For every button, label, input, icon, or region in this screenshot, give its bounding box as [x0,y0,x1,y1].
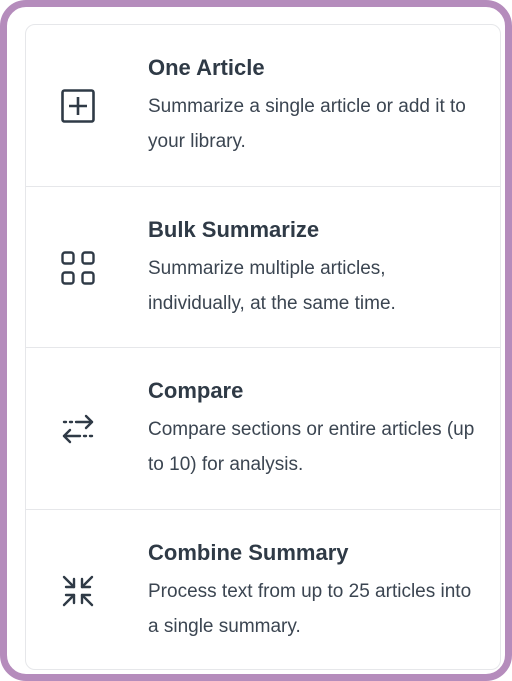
option-title: Compare [148,378,244,403]
grid-icon [61,250,95,285]
compare-arrows-icon [61,412,95,446]
option-one-article[interactable]: One Article Summarize a single article o… [26,25,500,187]
options-card: One Article Summarize a single article o… [25,24,501,670]
option-title: Bulk Summarize [148,216,320,242]
option-title: One Article [148,55,265,80]
option-description: Process text from up to 25 articles into… [148,580,472,637]
window-frame: One Article Summarize a single article o… [0,0,512,681]
option-description: Compare sections or entire articles (up … [148,419,475,475]
plus-square-icon [61,89,95,123]
option-description: Summarize multiple articles, individuall… [148,257,396,314]
option-title: Combine Summary [148,539,349,565]
option-compare[interactable]: Compare Compare sections or entire artic… [26,348,500,510]
combine-arrows-icon [61,574,95,608]
option-combine-summary[interactable]: Combine Summary Process text from up to … [26,510,500,670]
option-description: Summarize a single article or add it to … [148,96,466,152]
option-bulk-summarize[interactable]: Bulk Summarize Summarize multiple articl… [26,187,500,348]
